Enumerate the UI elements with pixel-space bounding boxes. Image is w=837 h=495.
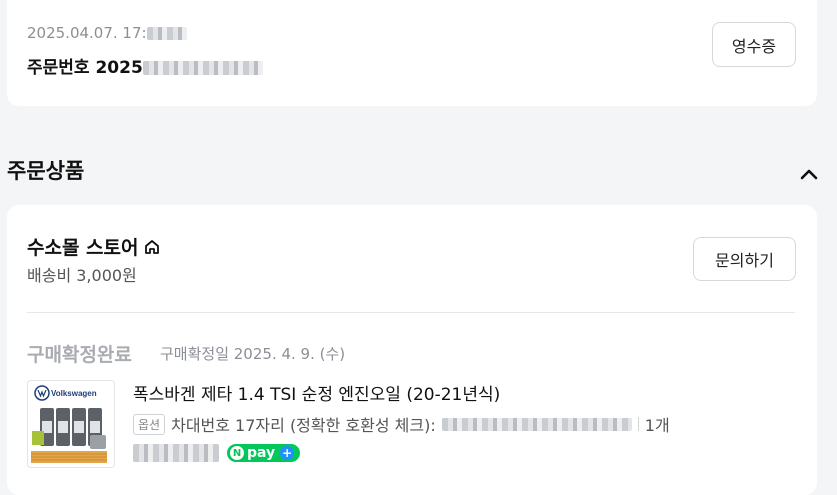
shipping-fee: 배송비 3,000원 (27, 266, 137, 285)
naver-n-icon: N (230, 446, 244, 460)
order-datetime: 2025.04.07. 17: (27, 24, 187, 42)
home-icon (144, 239, 159, 254)
product-option: 옵션 차대번호 17자리 (정확한 호환성 체크): 1개 (133, 412, 670, 436)
divider (27, 312, 795, 313)
order-info-card: 2025.04.07. 17: 주문번호 2025 영수증 (7, 0, 817, 106)
thumbnail-brand-text: Volkswagen (51, 389, 97, 398)
store-name[interactable]: 수소몰 스토어 (27, 233, 161, 260)
product-thumbnail[interactable]: Volkswagen (27, 380, 115, 468)
product-title[interactable]: 폭스바겐 제타 1.4 TSI 순정 엔진오일 (20-21년식) (133, 380, 500, 405)
npay-label: pay (247, 445, 276, 461)
quantity: 1개 (644, 416, 670, 435)
price-row: N pay + (133, 444, 301, 462)
option-tag: 옵션 (133, 413, 166, 435)
chevron-up-icon[interactable] (799, 164, 819, 184)
blurred-price (133, 444, 219, 462)
npay-plus-badge: N pay + (227, 444, 301, 462)
separator (637, 417, 639, 431)
order-product-card: 수소몰 스토어 배송비 3,000원 문의하기 구매확정완료 구매확정일 202… (7, 205, 817, 495)
purchase-confirm-date: 구매확정일 2025. 4. 9. (수) (160, 345, 346, 363)
option-text: 차대번호 17자리 (정확한 호환성 체크): (171, 416, 436, 435)
blurred-vin (441, 417, 632, 431)
inquiry-button[interactable]: 문의하기 (693, 237, 796, 281)
blurred-order-number (142, 61, 263, 75)
plus-icon: + (280, 446, 295, 460)
volkswagen-oil-bottles-image: Volkswagen (28, 381, 114, 467)
receipt-button[interactable]: 영수증 (712, 22, 796, 67)
order-status: 구매확정완료 (27, 344, 132, 366)
order-number: 주문번호 2025 (27, 53, 263, 78)
blurred-time (146, 27, 187, 40)
section-title: 주문상품 (7, 159, 85, 183)
